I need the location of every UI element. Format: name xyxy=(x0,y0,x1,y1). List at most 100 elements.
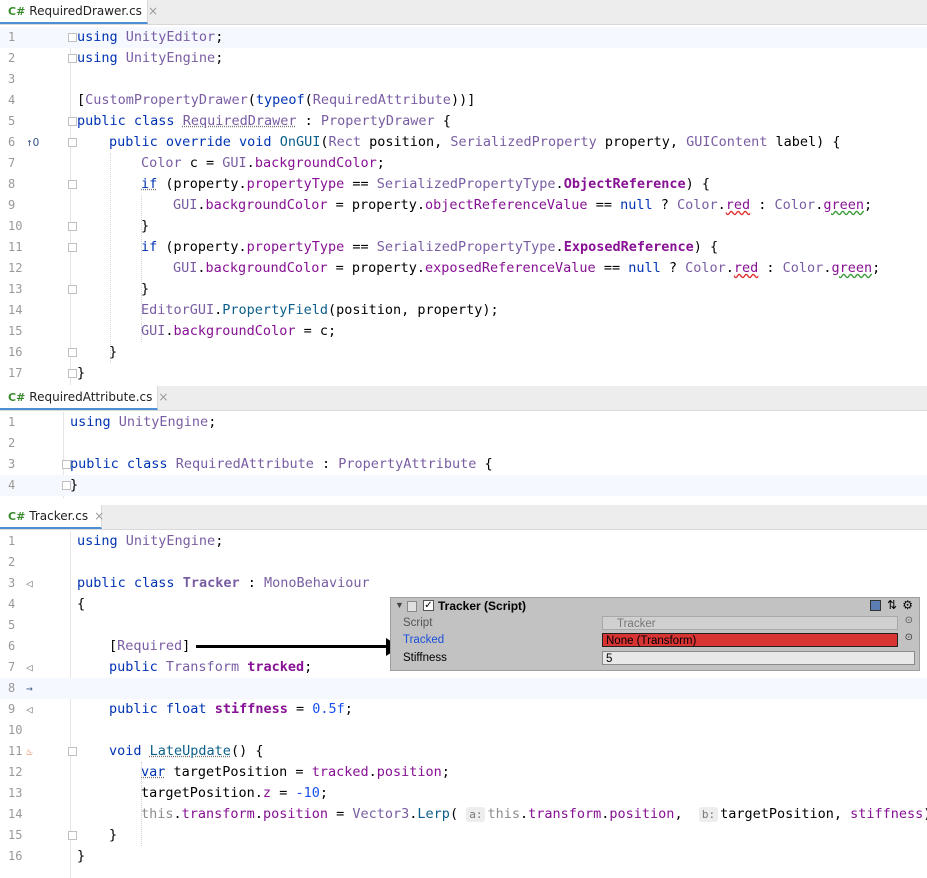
code-text: public class Tracker : MonoBehaviour xyxy=(77,575,370,591)
hot-path-gutter-icon[interactable]: ♨ xyxy=(26,741,33,762)
inspector-header: ▼ ✓ Tracker (Script) ⇅ ⚙ xyxy=(391,598,919,616)
fold-marker-icon[interactable] xyxy=(68,138,77,147)
code-line: 12 var targetPosition = tracked.position… xyxy=(0,762,927,783)
code-text: public Transform tracked; xyxy=(109,659,313,675)
preset-icon[interactable]: ⇅ xyxy=(887,598,897,612)
unity-field-gutter-icon[interactable]: ◁ xyxy=(26,699,33,720)
line-number: 14 xyxy=(8,303,23,317)
line-number: 1 xyxy=(8,415,16,429)
line-number: 8 xyxy=(8,177,16,191)
tab-requireddrawer[interactable]: C# RequiredDrawer.cs × xyxy=(0,0,158,24)
tab-bar-tracker: C# Tracker.cs × xyxy=(0,505,927,530)
tab-label: Tracker.cs xyxy=(29,509,89,523)
parameter-hint: a: xyxy=(466,807,486,822)
stiffness-field[interactable]: 5 xyxy=(602,651,915,665)
code-line: 3 public class RequiredAttribute : Prope… xyxy=(0,454,927,475)
tab-tracker[interactable]: C# Tracker.cs × xyxy=(0,505,104,529)
code-text: GUI.backgroundColor = c; xyxy=(141,323,337,339)
code-text: } xyxy=(109,344,118,360)
close-tab-icon[interactable]: × xyxy=(158,390,168,404)
line-number: 13 xyxy=(8,282,23,296)
fold-marker-icon[interactable] xyxy=(68,348,77,357)
line-number: 3 xyxy=(8,72,16,86)
code-line: 13 } xyxy=(0,279,927,300)
collapse-triangle-icon[interactable]: ▼ xyxy=(395,600,404,610)
fold-marker-icon[interactable] xyxy=(68,54,77,63)
code-text: public class RequiredDrawer : PropertyDr… xyxy=(77,113,451,129)
fold-marker-icon[interactable] xyxy=(68,117,77,126)
editor-tracker[interactable]: 1 using UnityEngine; 2 3 ◁ public class … xyxy=(0,531,927,878)
code-text: GUI.backgroundColor = property.exposedRe… xyxy=(173,260,881,276)
object-picker-icon[interactable]: ⊙ xyxy=(905,615,913,626)
code-line: 13 targetPosition.z = -10; xyxy=(0,783,927,804)
component-title: Tracker (Script) xyxy=(438,599,527,613)
implement-gutter-icon[interactable]: → xyxy=(26,678,33,699)
line-number: 15 xyxy=(8,324,23,338)
code-line: 2 using UnityEngine; xyxy=(0,48,927,69)
code-text: var targetPosition = tracked.position; xyxy=(141,764,450,780)
fold-marker-icon[interactable] xyxy=(68,747,77,756)
code-line: 4 } xyxy=(0,475,927,496)
csharp-file-icon: C# xyxy=(8,509,26,523)
help-book-icon[interactable] xyxy=(870,600,881,611)
stiffness-field-value: 5 xyxy=(606,653,613,665)
code-line: 4 [CustomPropertyDrawer(typeof(RequiredA… xyxy=(0,90,927,111)
code-line: 11 ♨ void LateUpdate() { xyxy=(0,741,927,762)
line-number: 11 xyxy=(8,240,23,254)
code-text: public class RequiredAttribute : Propert… xyxy=(70,456,493,472)
enabled-checkbox[interactable]: ✓ xyxy=(423,600,434,611)
code-line: 8 → xyxy=(0,678,927,699)
tracked-field-value: None (Transform) xyxy=(606,635,697,647)
line-number: 4 xyxy=(8,597,16,611)
code-text: using UnityEngine; xyxy=(70,414,217,430)
fold-marker-icon[interactable] xyxy=(68,222,77,231)
line-number: 9 xyxy=(8,198,16,212)
override-gutter-icon[interactable]: ↑O xyxy=(26,132,39,153)
code-text: using UnityEditor; xyxy=(77,29,224,45)
fold-marker-icon[interactable] xyxy=(68,831,77,840)
unity-script-gutter-icon[interactable]: ◁ xyxy=(26,573,33,594)
line-number: 2 xyxy=(8,51,16,65)
code-text: [Required] xyxy=(109,638,191,654)
unity-field-gutter-icon[interactable]: ◁ xyxy=(26,657,33,678)
tracked-field[interactable]: None (Transform) xyxy=(602,633,898,647)
fold-marker-icon[interactable] xyxy=(68,33,77,42)
fold-marker-icon[interactable] xyxy=(68,369,77,378)
code-line: 1 using UnityEditor; xyxy=(0,27,927,48)
fold-marker-icon[interactable] xyxy=(68,180,77,189)
code-text: } xyxy=(70,477,79,493)
line-number: 14 xyxy=(8,807,23,821)
code-text: Color c = GUI.backgroundColor; xyxy=(141,155,385,171)
line-number: 16 xyxy=(8,345,23,359)
code-text: using UnityEngine; xyxy=(77,50,224,66)
code-line: 10 } xyxy=(0,216,927,237)
fold-marker-icon[interactable] xyxy=(68,243,77,252)
fold-marker-icon[interactable] xyxy=(68,285,77,294)
code-text: using UnityEngine; xyxy=(77,533,224,549)
parameter-hint: b: xyxy=(698,807,719,822)
line-number: 10 xyxy=(8,723,23,737)
script-label: Script xyxy=(403,617,433,629)
script-field: Tracker xyxy=(602,616,898,630)
csharp-file-icon: C# xyxy=(8,4,26,18)
gear-icon[interactable]: ⚙ xyxy=(902,598,913,612)
editor-requiredattribute[interactable]: 1 using UnityEngine; 2 3 public class Re… xyxy=(0,412,927,498)
editor-requireddrawer[interactable]: 1 using UnityEditor; 2 using UnityEngine… xyxy=(0,27,927,385)
code-text: void LateUpdate() { xyxy=(109,743,264,759)
code-line: 3 xyxy=(0,69,927,90)
tab-label: RequiredAttribute.cs xyxy=(29,390,153,404)
line-number: 4 xyxy=(8,93,16,107)
line-number: 4 xyxy=(8,478,16,492)
line-number: 16 xyxy=(8,849,23,863)
tab-requiredattribute[interactable]: C# RequiredAttribute.cs × xyxy=(0,386,168,410)
code-line: 9 GUI.backgroundColor = property.objectR… xyxy=(0,195,927,216)
code-text: GUI.backgroundColor = property.objectRef… xyxy=(173,197,873,213)
code-line: 16 } xyxy=(0,846,927,867)
line-number: 6 xyxy=(8,639,16,653)
code-line: 14 EditorGUI.PropertyField(position, pro… xyxy=(0,300,927,321)
close-tab-icon[interactable]: × xyxy=(148,4,158,18)
close-tab-icon[interactable]: × xyxy=(94,509,104,523)
code-line: 6 ↑O public override void OnGUI(Rect pos… xyxy=(0,132,927,153)
object-picker-icon[interactable]: ⊙ xyxy=(905,632,913,643)
line-number: 13 xyxy=(8,786,23,800)
